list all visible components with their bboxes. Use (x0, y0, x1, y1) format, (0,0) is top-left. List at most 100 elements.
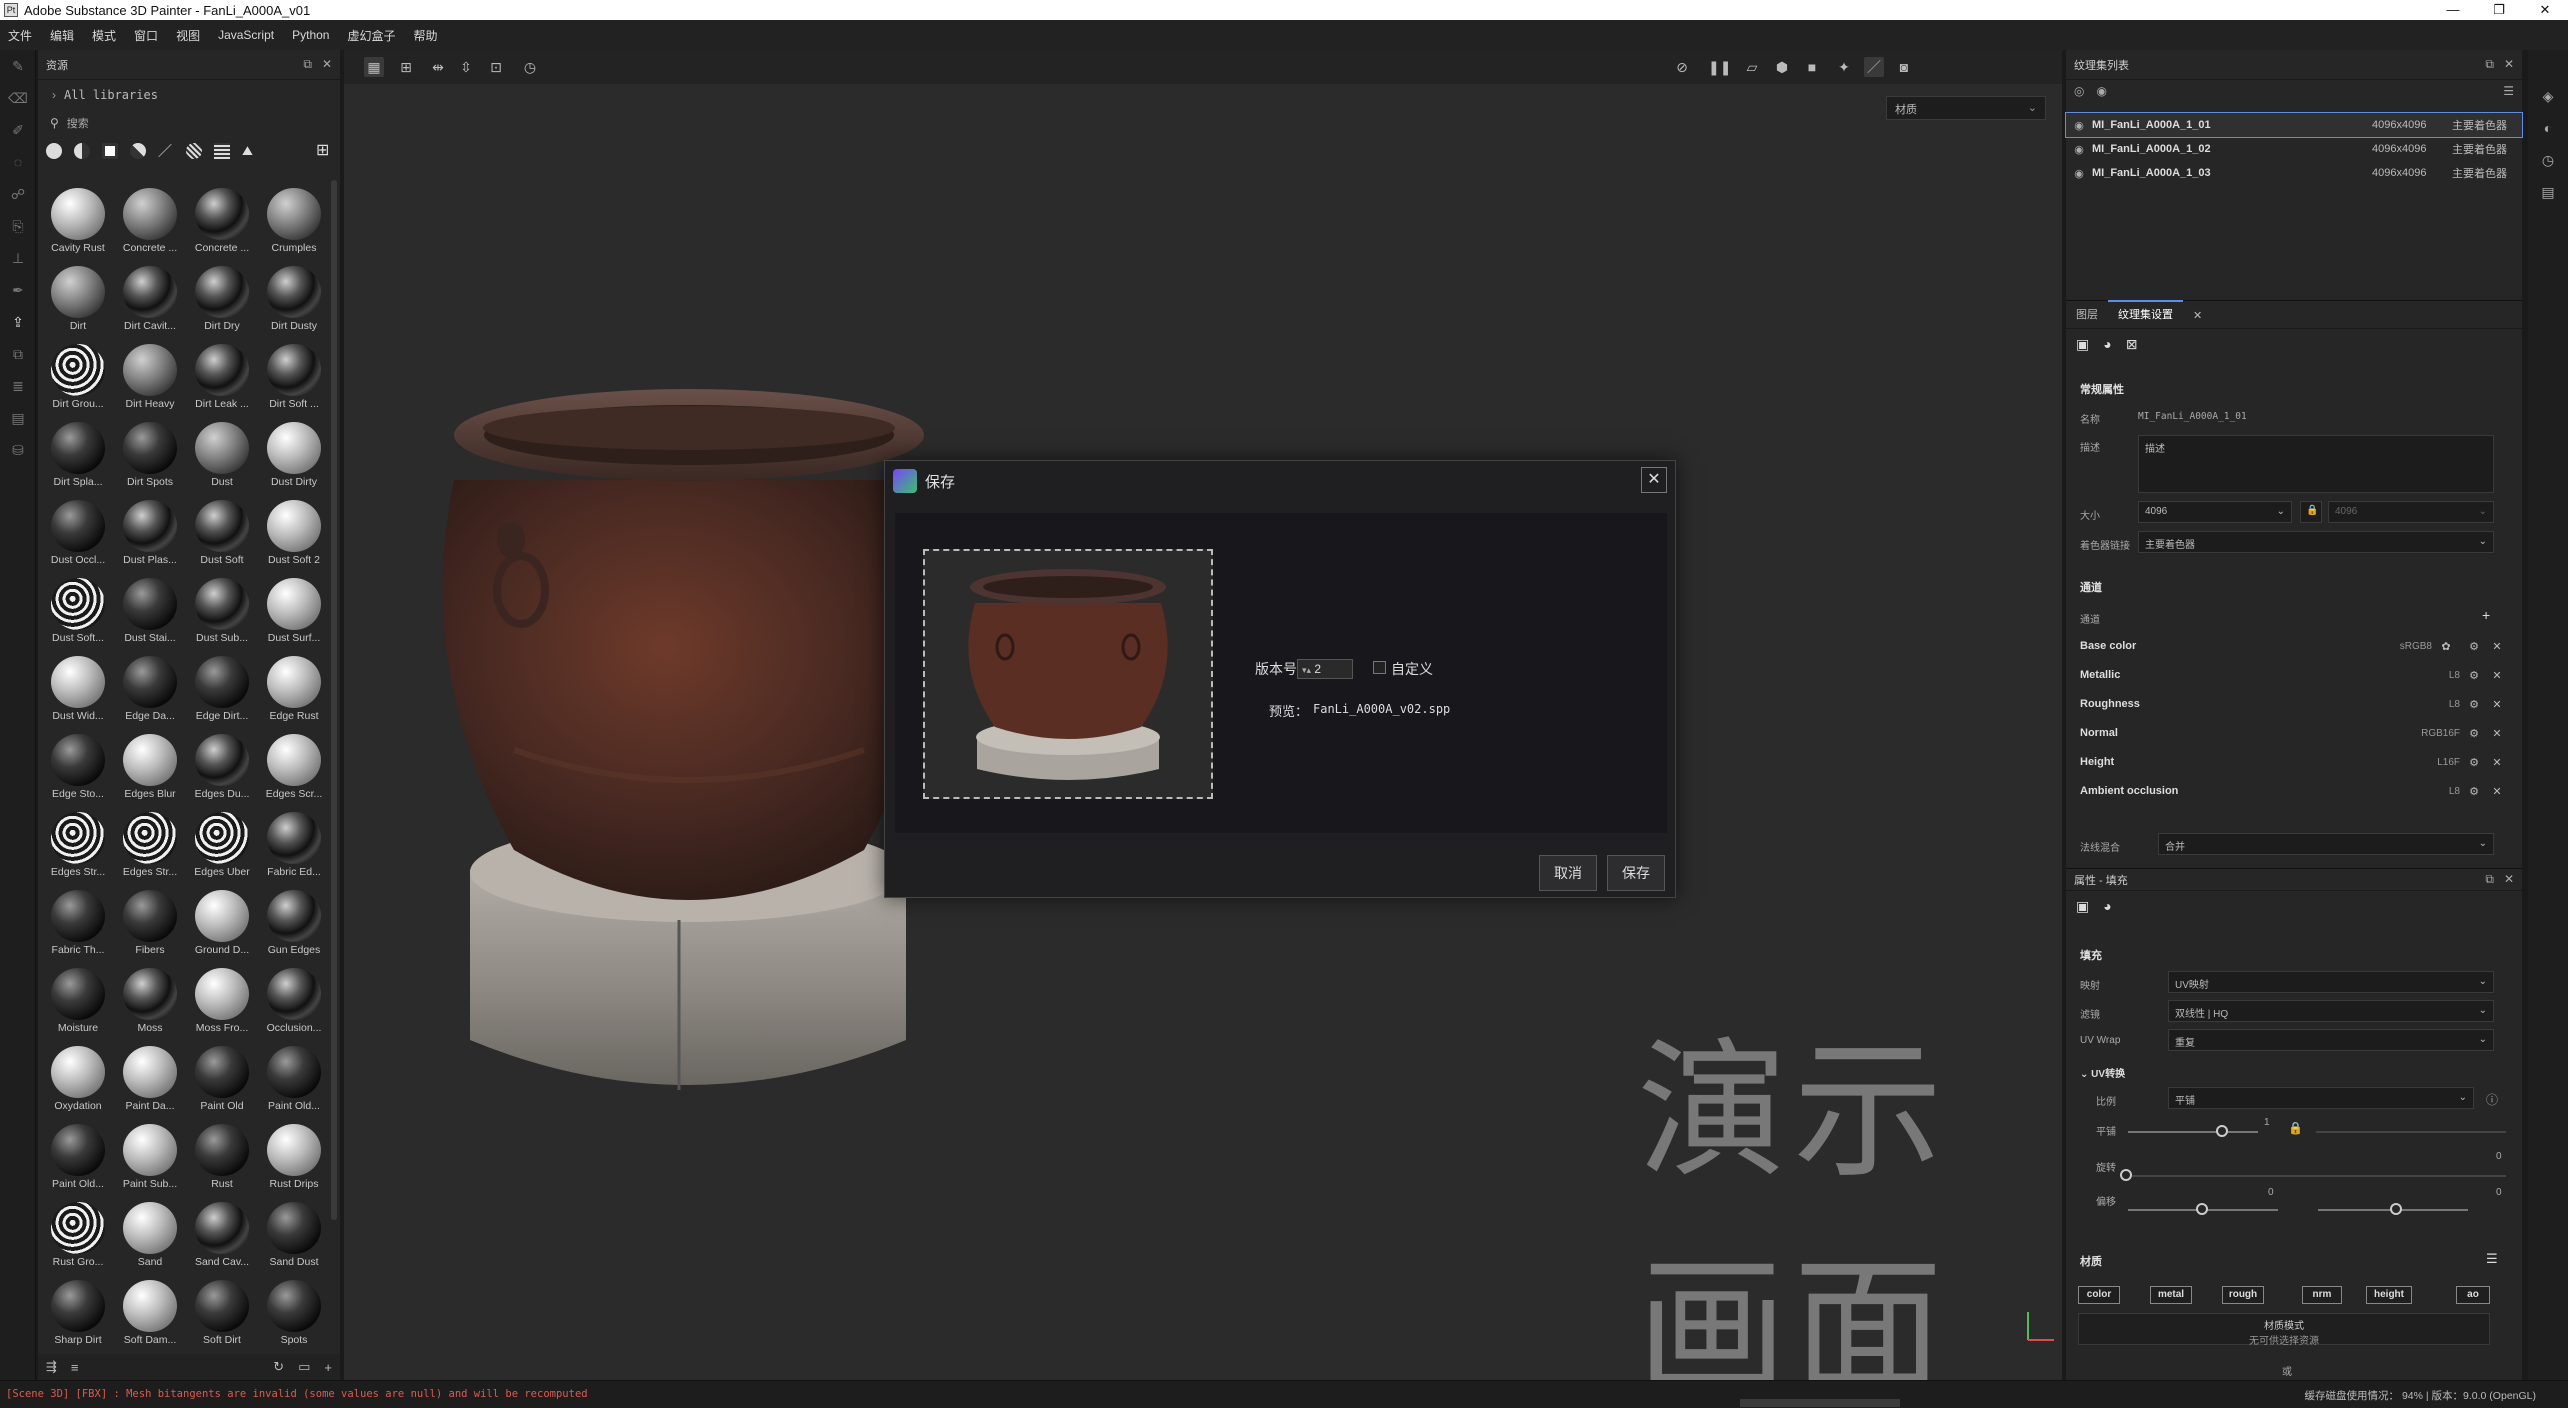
status-scrollbar[interactable] (1740, 1399, 1900, 1407)
tile-slider-track[interactable] (2128, 1131, 2258, 1133)
shelf-icon[interactable]: ▤ (0, 402, 36, 434)
undock-icon[interactable]: ⧉ (2485, 57, 2494, 72)
maximize-icon[interactable]: ❐ (2476, 0, 2522, 20)
material-tile[interactable]: Dust Dirty (260, 422, 328, 488)
material-tile[interactable]: Sand Dust (260, 1202, 328, 1268)
material-tile[interactable]: Fibers (116, 890, 184, 956)
channel-format[interactable]: sRGB8 (2392, 641, 2432, 652)
size-dropdown-secondary[interactable]: 4096 ⌄ (2328, 501, 2494, 523)
material-tile[interactable]: Moss Fro... (188, 968, 256, 1034)
remove-channel-icon[interactable]: ✕ (2488, 785, 2506, 798)
stepper-arrows-icon[interactable]: ▾▴ (1302, 665, 1311, 675)
shader-settings-icon[interactable]: ◐ (2528, 112, 2568, 144)
material-tile[interactable]: Edges Blur (116, 734, 184, 800)
undock-icon[interactable]: ⧉ (2485, 872, 2494, 887)
tile-slider-track-secondary[interactable] (2316, 1131, 2506, 1133)
material-tile[interactable]: Dirt Leak ... (188, 344, 256, 410)
material-tile[interactable]: Paint Old... (260, 1046, 328, 1112)
channel-format[interactable]: L8 (2420, 670, 2460, 681)
fill-material-icon[interactable]: ◕ (2103, 898, 2111, 914)
material-tile[interactable]: Crumples (260, 188, 328, 254)
filter-environment-icon[interactable]: ⛰ (242, 143, 258, 159)
grid-view-icon[interactable]: ⊞ (316, 143, 332, 159)
gear-icon[interactable]: ⚙ (2460, 669, 2488, 682)
material-tile[interactable]: Concrete ... (116, 188, 184, 254)
scale-mode-dropdown[interactable]: 平铺 ⌄ (2168, 1087, 2474, 1109)
channel-toggle-color[interactable]: color (2078, 1286, 2120, 1304)
material-tile[interactable]: Dirt (44, 266, 112, 332)
history-icon[interactable]: ◷ (2528, 144, 2568, 176)
material-tile[interactable]: Sand Cav... (188, 1202, 256, 1268)
remove-channel-icon[interactable]: ✕ (2488, 727, 2506, 740)
material-tile[interactable]: Edges Du... (188, 734, 256, 800)
channel-format[interactable]: L8 (2420, 699, 2460, 710)
channel-toggle-ao[interactable]: ao (2456, 1286, 2490, 1304)
material-tile[interactable]: Sand (116, 1202, 184, 1268)
gear-icon[interactable]: ⚙ (2460, 698, 2488, 711)
material-tile[interactable]: Edges Str... (44, 812, 112, 878)
show-all-icon[interactable]: ◉ (2096, 84, 2106, 98)
settings-uv-icon[interactable]: ⊠ (2126, 336, 2138, 353)
size-lock-icon[interactable]: 🔒 (2300, 501, 2322, 523)
version-stepper[interactable]: ▾▴ 2 (1297, 659, 1353, 679)
fill-general-icon[interactable]: ▣ (2076, 898, 2089, 915)
gear-icon[interactable]: ⚙ (2460, 727, 2488, 740)
menu-unreal-box[interactable]: 虚幻盒子 (347, 27, 395, 44)
log-icon[interactable]: ▤ (2528, 176, 2568, 208)
close-panel-icon[interactable]: ✕ (322, 57, 332, 71)
material-tile[interactable]: Dirt Soft ... (260, 344, 328, 410)
material-tile[interactable]: Paint Sub... (116, 1124, 184, 1190)
save-button[interactable]: 保存 (1607, 855, 1665, 891)
material-tile[interactable]: Dust Soft (188, 500, 256, 566)
material-tile[interactable]: Cavity Rust (44, 188, 112, 254)
dialog-close-button[interactable]: ✕ (1641, 467, 1667, 493)
size-dropdown[interactable]: 4096 ⌄ (2138, 501, 2292, 523)
filter-textures-icon[interactable] (214, 143, 230, 159)
smudge-icon[interactable]: ☍ (0, 178, 36, 210)
channel-format[interactable]: L8 (2420, 786, 2460, 797)
menu-file[interactable]: 文件 (8, 27, 32, 44)
channel-format[interactable]: RGB16F (2420, 728, 2460, 739)
assets-scrollbar[interactable] (331, 180, 337, 1220)
bake-icon[interactable]: ⛁ (0, 434, 36, 466)
filter-materials-icon[interactable] (74, 143, 90, 159)
stamp-icon[interactable]: ⊥ (0, 242, 36, 274)
filter-all-icon[interactable] (46, 143, 62, 159)
filter-smart-materials-icon[interactable] (102, 143, 118, 159)
remove-channel-icon[interactable]: ✕ (2488, 756, 2506, 769)
undock-icon[interactable]: ⧉ (303, 57, 312, 72)
texture-set-row[interactable]: ◉ MI_FanLi_A000A_1_02 4096x4096 主要着色器 (2066, 137, 2522, 161)
remove-channel-icon[interactable]: ✕ (2488, 669, 2506, 682)
material-tile[interactable]: Dust Sub... (188, 578, 256, 644)
mapping-dropdown[interactable]: UV映射 ⌄ (2168, 971, 2494, 993)
close-tab-icon[interactable]: ✕ (2183, 309, 2212, 328)
channel-toggle-rough[interactable]: rough (2222, 1286, 2264, 1304)
shader-link-dropdown[interactable]: 主要着色器 ⌄ (2138, 531, 2494, 553)
normal-blend-dropdown[interactable]: 合并 ⌄ (2158, 833, 2494, 855)
material-tile[interactable]: Dirt Heavy (116, 344, 184, 410)
material-tile[interactable]: Oxydation (44, 1046, 112, 1112)
material-tile[interactable]: Rust Gro... (44, 1202, 112, 1268)
sort-icon[interactable]: ≡ (71, 1360, 79, 1375)
display-settings-icon[interactable]: ◈ (2528, 80, 2568, 112)
info-icon[interactable]: ⓘ (2486, 1091, 2498, 1108)
folder-icon[interactable]: ▭ (298, 1359, 310, 1375)
geometry-mask-icon[interactable]: ◌ (0, 146, 36, 178)
minimize-icon[interactable]: — (2430, 0, 2476, 20)
close-panel-icon[interactable]: ✕ (2504, 872, 2514, 886)
close-panel-icon[interactable]: ✕ (2504, 57, 2514, 71)
material-tile[interactable]: Edge Rust (260, 656, 328, 722)
material-tile[interactable]: Dust Plas... (116, 500, 184, 566)
material-tile[interactable]: Dust (188, 422, 256, 488)
visibility-eye-icon[interactable]: ◉ (2066, 167, 2092, 180)
tab-texture-set-settings[interactable]: 纹理集设置 (2108, 300, 2183, 328)
material-tile[interactable]: Dust Stai... (116, 578, 184, 644)
material-tile[interactable]: Rust (188, 1124, 256, 1190)
material-tile[interactable]: Paint Old (188, 1046, 256, 1112)
menu-edit[interactable]: 编辑 (50, 27, 74, 44)
material-tile[interactable]: Concrete ... (188, 188, 256, 254)
menu-window[interactable]: 窗口 (134, 27, 158, 44)
material-tile[interactable]: Moss (116, 968, 184, 1034)
remove-channel-icon[interactable]: ✕ (2488, 640, 2506, 653)
material-tile[interactable]: Edges Scr... (260, 734, 328, 800)
